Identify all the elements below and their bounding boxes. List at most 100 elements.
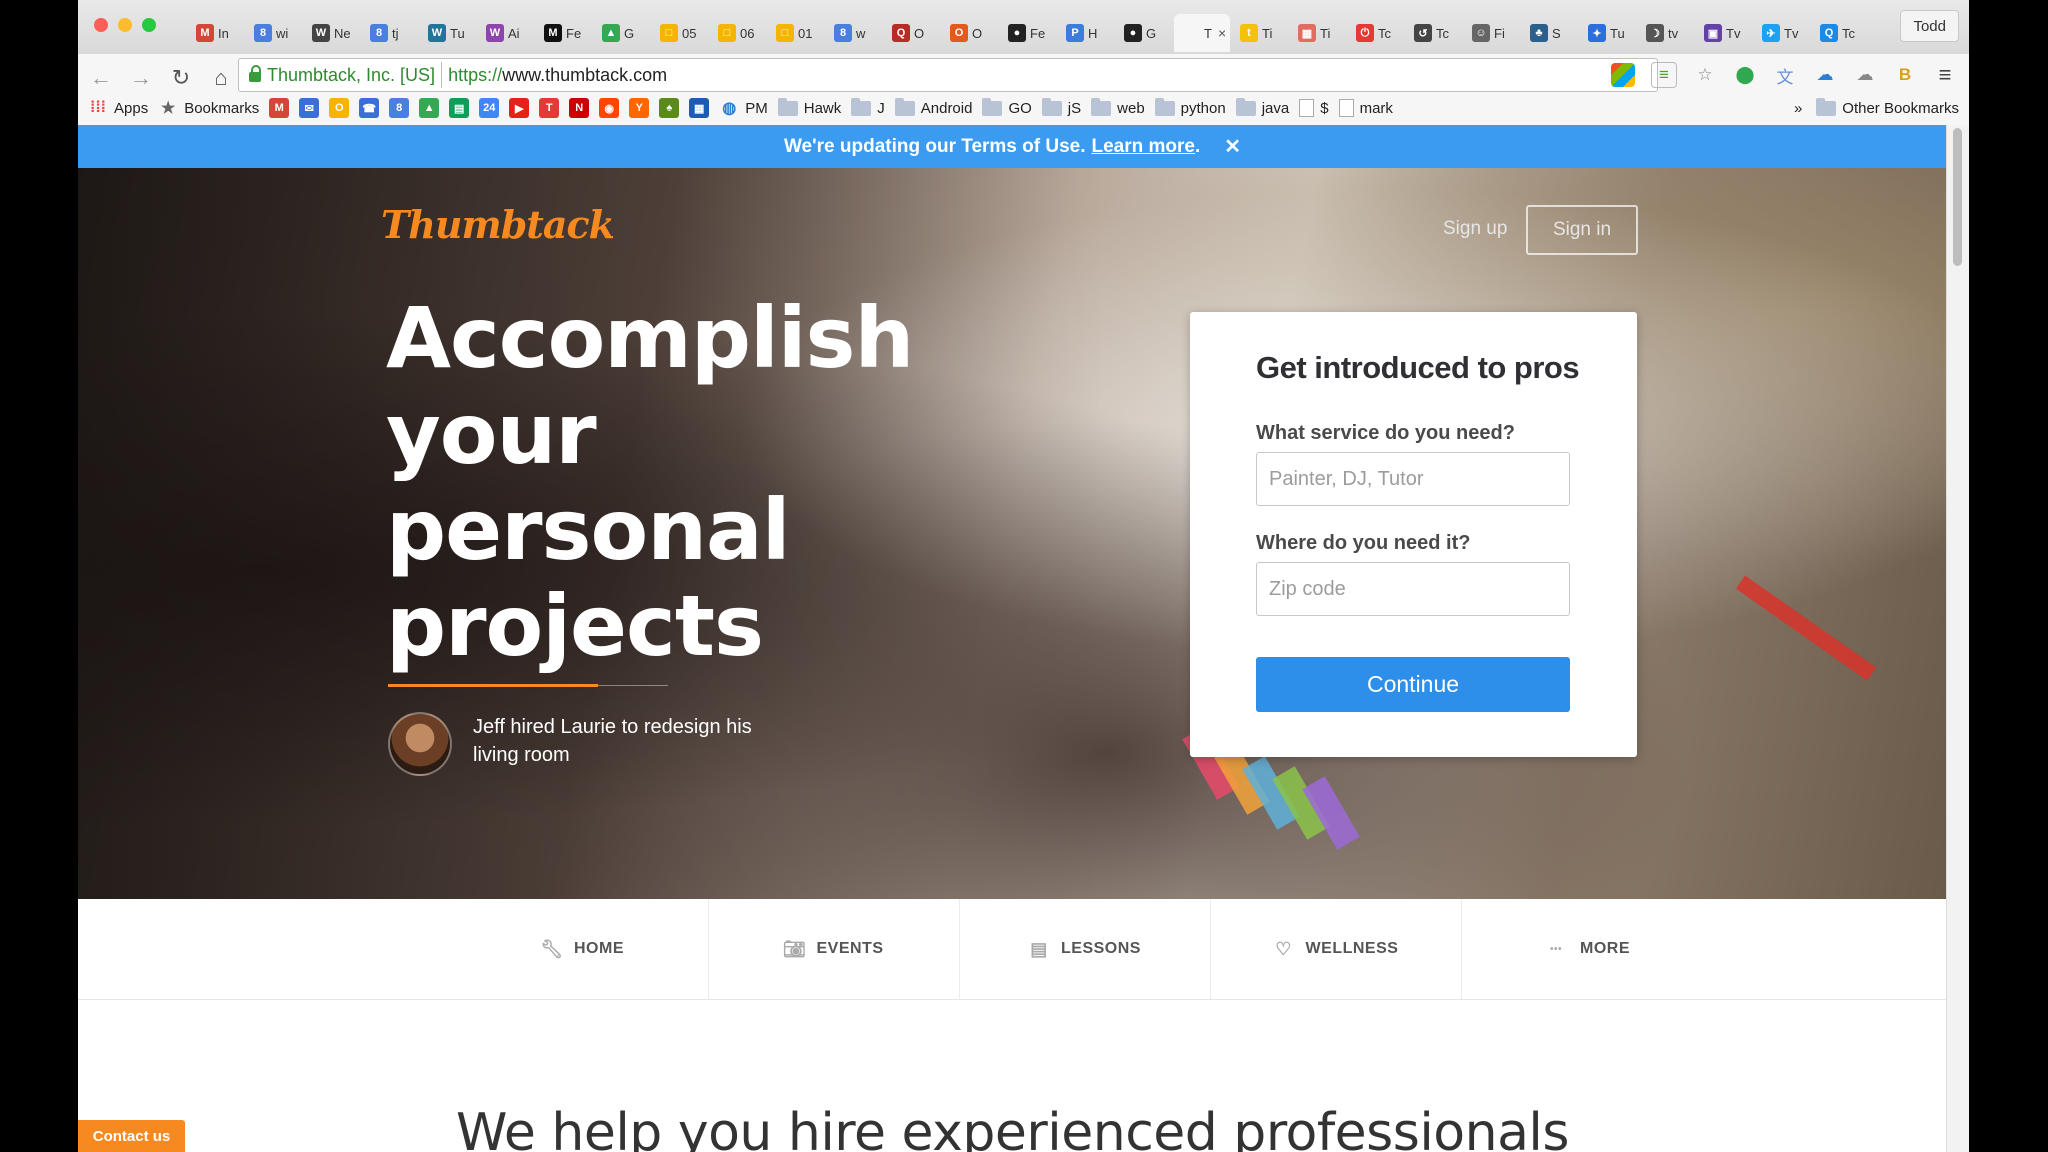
category-more[interactable]: ••• MORE [1462,899,1712,999]
bookmark-item[interactable]: ◍ PM [719,98,767,118]
browser-tab[interactable]: ▲ G [594,14,650,52]
bookmark-item[interactable]: ☎ [359,98,380,118]
bookmark-label: java [1261,99,1290,117]
bookmark-item[interactable]: java [1235,97,1290,117]
browser-tab[interactable]: PH [1058,14,1114,52]
browser-tab[interactable]: ♣ S [1522,14,1578,52]
translate-extension-icon[interactable]: 文 [1773,63,1797,87]
browser-tab[interactable]: □ 06 [710,14,766,52]
home-icon[interactable]: ⌂ [208,62,234,94]
reader-extension-icon[interactable]: ≡ [1651,62,1677,88]
browser-tab[interactable]: ☺ Fi [1464,14,1520,52]
browser-tab[interactable]: ▦ Ti [1290,14,1346,52]
contact-us-button[interactable]: Contact us [78,1120,185,1152]
address-bar[interactable]: Thumbtack, Inc. [US] https://www.thumbta… [238,58,1658,92]
browser-tab[interactable]: 8 wi [246,14,302,52]
service-input[interactable] [1256,452,1570,506]
bookmark-item[interactable]: ⁞⁞⁞ Apps [88,98,148,118]
browser-tab[interactable]: M Fe [536,14,592,52]
browser-tab[interactable]: OO [942,14,998,52]
learn-more-link[interactable]: Learn more [1092,136,1195,157]
sign-up-link[interactable]: Sign up [1443,218,1507,240]
bookmark-item[interactable]: 24 [479,98,500,118]
browser-tab[interactable]: W Tu [420,14,476,52]
browser-tab[interactable]: M In [188,14,244,52]
bookmark-item[interactable]: python [1154,97,1226,117]
bookmark-item[interactable]: GO [982,97,1032,117]
zoom-window-icon[interactable] [142,18,156,32]
bookmark-item[interactable]: $ [1299,99,1329,117]
bookmark-item[interactable]: ★ Bookmarks [158,98,259,118]
ev-certificate-badge[interactable]: Thumbtack, Inc. [US] [243,62,443,88]
browser-tab[interactable]: t Ti [1232,14,1288,52]
headline-line: Accomplish [386,289,914,387]
forward-icon[interactable]: → [128,62,154,94]
browser-tab[interactable]: W Ne [304,14,360,52]
bookmark-star-icon[interactable]: ☆ [1693,63,1717,87]
browser-tab[interactable]: □ 05 [652,14,708,52]
bookmark-item[interactable]: M [269,98,290,118]
browser-tab[interactable]: ▣ Tv [1696,14,1752,52]
bookmark-item[interactable]: N [569,98,590,118]
profile-button[interactable]: Todd [1900,10,1959,42]
browser-tab[interactable]: 8 tj [362,14,418,52]
bookmark-item[interactable]: ✉ [299,98,320,118]
close-window-icon[interactable] [94,18,108,32]
browser-tab[interactable]: ⏻ Tc [1348,14,1404,52]
bookmark-item[interactable]: ▦ [689,98,710,118]
bookmark-label: Bookmarks [184,99,260,117]
bookmark-item[interactable]: ◉ [599,98,620,118]
back-icon[interactable]: ← [88,62,114,94]
bookmark-item[interactable]: ▶ [509,98,530,118]
browser-tab[interactable]: Q Tc [1812,14,1868,52]
chat-icon: □ [660,24,678,42]
browser-tab[interactable]: ☽ tv [1638,14,1694,52]
browser-tab[interactable]: ✦ Tu [1580,14,1636,52]
browser-tab[interactable]: QO [884,14,940,52]
menu-icon[interactable]: ≡ [1933,62,1957,87]
category-wellness[interactable]: ♡ WELLNESS [1211,899,1462,999]
evernote-extension-icon[interactable]: ⬤ [1733,63,1757,87]
bookmark-item[interactable]: ♠ [659,98,680,118]
bookmark-item[interactable]: O [329,98,350,118]
scrollbar-thumb[interactable] [1953,128,1962,266]
bookmark-item[interactable]: J [851,97,885,117]
cloud-extension-icon[interactable]: ☁ [1813,63,1837,87]
category-home[interactable]: 🔧︎ HOME [458,899,709,999]
zip-code-input[interactable] [1256,562,1570,616]
browser-tab[interactable]: ✈ Tv [1754,14,1810,52]
bookmarks-overflow-icon[interactable]: » [1794,100,1802,117]
bookmark-item[interactable]: mark [1338,99,1393,117]
browser-tab[interactable]: W Ai [478,14,534,52]
browser-tab[interactable]: ↺ Tc [1406,14,1462,52]
url-text[interactable]: https://www.thumbtack.com [448,65,667,86]
page-scrollbar[interactable] [1946,125,1969,1152]
sign-in-button[interactable]: Sign in [1526,205,1638,255]
jb-extension-icon[interactable]: B [1893,63,1917,87]
close-tab-icon[interactable]: × [1218,25,1226,41]
browser-tab[interactable]: ● Fe [1000,14,1056,52]
reload-icon[interactable]: ↻ [168,62,194,94]
bookmark-item[interactable]: web [1091,97,1145,117]
windows-extension-icon[interactable] [1611,63,1635,87]
browser-tab[interactable]: □ 01 [768,14,824,52]
bookmark-item[interactable]: ▲ [419,98,440,118]
continue-button[interactable]: Continue [1256,657,1570,712]
cloud-outline-extension-icon[interactable]: ☁ [1853,63,1877,87]
bookmark-item[interactable]: Hawk [777,97,841,117]
bookmark-item[interactable]: T [539,98,560,118]
bookmark-item[interactable]: 8 [389,98,410,118]
category-lessons[interactable]: ▤ LESSONS [960,899,1211,999]
other-bookmarks[interactable]: Other Bookmarks [1816,97,1959,117]
bookmark-item[interactable]: Android [894,97,972,117]
thumbtack-logo[interactable]: Thumbtack [381,202,615,247]
minimize-window-icon[interactable] [118,18,132,32]
category-events[interactable]: 📷︎ EVENTS [709,899,960,999]
browser-tab[interactable]: ● G [1116,14,1172,52]
bookmark-item[interactable]: Y [629,98,650,118]
bookmark-item[interactable]: ▤ [449,98,470,118]
browser-tab[interactable]: T × [1174,14,1230,52]
close-banner-icon[interactable]: ✕ [1224,134,1241,159]
bookmark-item[interactable]: jS [1041,97,1081,117]
browser-tab[interactable]: 8w [826,14,882,52]
